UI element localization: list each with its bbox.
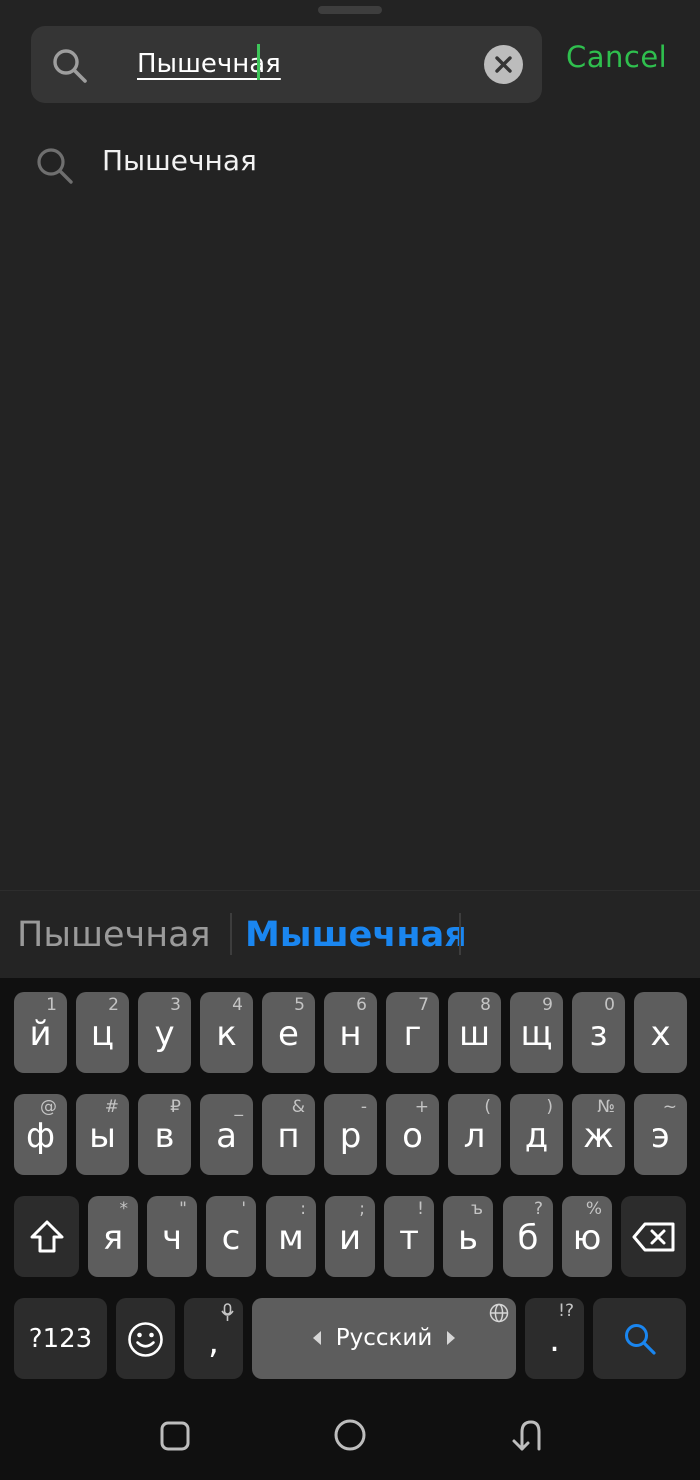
key[interactable]: :м (266, 1196, 316, 1277)
search-icon (37, 148, 73, 184)
symbols-key[interactable]: ?123 (14, 1298, 107, 1379)
clear-search-button[interactable] (484, 45, 523, 84)
key[interactable]: 9щ (510, 992, 563, 1073)
search-icon (53, 49, 87, 83)
key[interactable]: 5е (262, 992, 315, 1073)
key[interactable]: 4к (200, 992, 253, 1073)
text-caret (257, 44, 260, 80)
comma-key[interactable]: , (184, 1298, 243, 1379)
key[interactable]: ~ э (634, 1094, 687, 1175)
period-key[interactable]: !? . (525, 1298, 584, 1379)
key[interactable]: 8ш (448, 992, 501, 1073)
key[interactable]: @ ф (14, 1094, 67, 1175)
backspace-key[interactable] (621, 1196, 686, 1277)
suggestion-text: Пышечная (102, 144, 257, 177)
shift-key[interactable] (14, 1196, 79, 1277)
arrow-right-icon (447, 1331, 455, 1345)
word-suggestion-1[interactable]: Пышечная (17, 915, 211, 955)
microphone-icon (221, 1303, 234, 1321)
word-suggestion-2[interactable]: Мышечная (245, 915, 467, 955)
search-key[interactable] (593, 1298, 686, 1379)
divider (230, 913, 232, 955)
key[interactable]: х (634, 992, 687, 1073)
key[interactable]: ) д (510, 1094, 563, 1175)
emoji-icon (128, 1322, 163, 1357)
close-icon (495, 56, 512, 73)
key[interactable]: -р (324, 1094, 377, 1175)
divider (459, 913, 461, 955)
key[interactable]: _ а (200, 1094, 253, 1175)
globe-icon (489, 1303, 509, 1323)
recent-apps-icon[interactable] (159, 1420, 191, 1452)
key[interactable]: (л (448, 1094, 501, 1175)
backspace-icon (632, 1222, 675, 1252)
key[interactable]: & п (262, 1094, 315, 1175)
key[interactable]: * я (88, 1196, 138, 1277)
key[interactable]: 0з (572, 992, 625, 1073)
search-icon (625, 1324, 656, 1355)
key[interactable]: ! т (384, 1196, 434, 1277)
home-icon[interactable] (333, 1418, 367, 1452)
key[interactable]: 6н (324, 992, 377, 1073)
key[interactable]: + о (386, 1094, 439, 1175)
keyboard-suggestion-strip: Пышечная Мышечная (0, 890, 700, 978)
space-key[interactable]: Русский (252, 1298, 516, 1379)
key[interactable]: # ы (76, 1094, 129, 1175)
space-label: Русский (335, 1325, 433, 1351)
key[interactable]: ' с (206, 1196, 256, 1277)
sheet-handle[interactable] (318, 6, 382, 14)
key[interactable]: 7г (386, 992, 439, 1073)
key[interactable]: 2ц (76, 992, 129, 1073)
key[interactable]: ъь (443, 1196, 493, 1277)
key[interactable]: % ю (562, 1196, 612, 1277)
key[interactable]: 3у (138, 992, 191, 1073)
keyboard: 1й 2ц 3у 4к 5е 6н 7г 8ш 9щ 0з х @ ф # ы ₽ в… (0, 978, 700, 1388)
emoji-key[interactable] (116, 1298, 175, 1379)
search-bar[interactable]: Пышечная (31, 26, 542, 103)
system-navigation-bar (0, 1388, 700, 1480)
shift-icon (30, 1220, 64, 1253)
cancel-button[interactable]: Cancel (566, 40, 667, 74)
search-suggestion[interactable]: Пышечная (0, 125, 700, 205)
key[interactable]: " ч (147, 1196, 197, 1277)
back-icon[interactable] (508, 1416, 544, 1452)
key[interactable]: 1й (14, 992, 67, 1073)
key[interactable]: ; и (325, 1196, 375, 1277)
key[interactable]: № ж (572, 1094, 625, 1175)
key[interactable]: ? б (503, 1196, 553, 1277)
key[interactable]: ₽ в (138, 1094, 191, 1175)
